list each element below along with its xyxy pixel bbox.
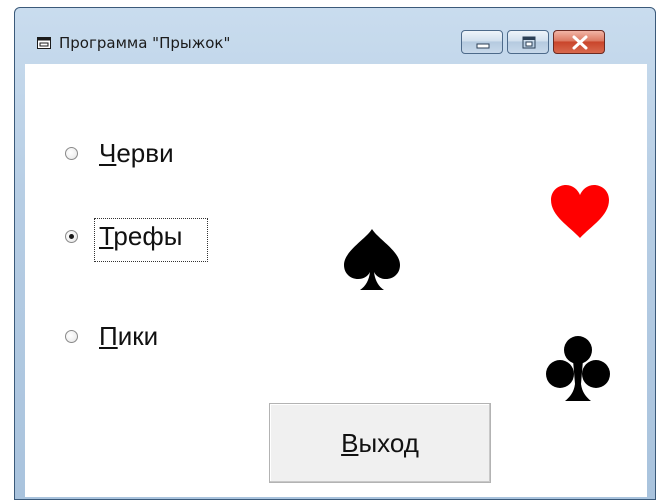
heart-icon (551, 185, 609, 238)
radio-clubs-label[interactable]: Трефы (99, 220, 182, 252)
radio-clubs[interactable] (65, 230, 78, 243)
close-button[interactable] (553, 30, 605, 54)
program-window: Программа "Прыжок" Черви Трефы Пики В ых… (14, 7, 656, 500)
maximize-icon (522, 36, 536, 49)
radio-spades[interactable] (65, 330, 78, 343)
minimize-button[interactable] (461, 30, 503, 54)
close-icon (572, 35, 588, 50)
spade-icon (344, 229, 400, 290)
maximize-button[interactable] (507, 30, 549, 54)
radio-spades-label[interactable]: Пики (99, 320, 158, 352)
radio-hearts-label[interactable]: Черви (99, 137, 174, 169)
club-icon (546, 336, 610, 401)
radio-hearts[interactable] (65, 147, 78, 160)
form-client-area: Черви Трефы Пики Выход (25, 64, 647, 497)
exit-button[interactable]: Выход (269, 403, 491, 483)
title-bar[interactable]: Программа "Прыжок" (15, 8, 655, 64)
app-window-icon (37, 37, 51, 49)
minimize-icon (476, 43, 490, 49)
window-title: Программа "Прыжок" (59, 34, 231, 52)
